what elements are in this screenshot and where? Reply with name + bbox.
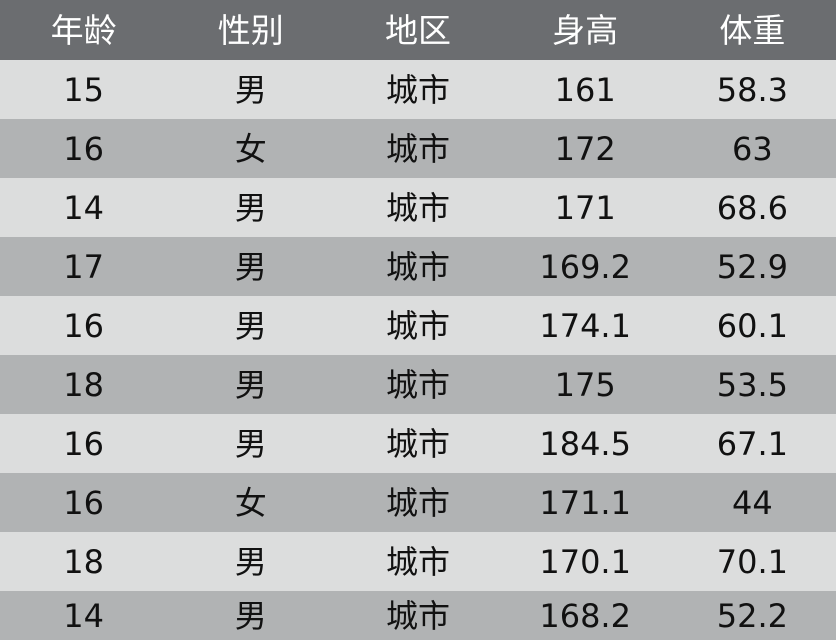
cell-height: 168.2 (539, 597, 631, 635)
cell-age: 14 (63, 188, 104, 227)
header-weight: 体重 (719, 10, 786, 50)
cell-gender: 男 (234, 247, 267, 286)
table-row: 17 男 城市 169.2 52.9 (0, 237, 836, 296)
table-row: 16 男 城市 184.5 67.1 (0, 414, 836, 473)
cell-weight: 60.1 (716, 306, 788, 345)
cell-gender: 男 (234, 597, 267, 635)
table-row: 16 女 城市 172 63 (0, 119, 836, 178)
cell-region: 城市 (385, 188, 450, 227)
cell-region: 城市 (385, 306, 450, 345)
cell-height: 171.1 (539, 483, 631, 522)
cell-region: 城市 (385, 483, 450, 522)
cell-region: 城市 (385, 247, 450, 286)
cell-height: 172 (554, 129, 616, 168)
cell-weight: 52.2 (716, 597, 788, 635)
cell-height: 161 (554, 70, 616, 109)
cell-region: 城市 (385, 597, 450, 635)
cell-weight: 58.3 (716, 70, 788, 109)
cell-weight: 67.1 (716, 424, 788, 463)
cell-gender: 男 (234, 306, 267, 345)
cell-region: 城市 (385, 70, 450, 109)
cell-region: 城市 (385, 129, 450, 168)
cell-weight: 53.5 (716, 365, 788, 404)
cell-height: 174.1 (539, 306, 631, 345)
cell-region: 城市 (385, 424, 450, 463)
table-row: 14 男 城市 168.2 52.2 (0, 591, 836, 640)
table-row: 16 女 城市 171.1 44 (0, 473, 836, 532)
header-age: 年龄 (50, 10, 117, 50)
cell-height: 175 (554, 365, 616, 404)
table-row: 18 男 城市 175 53.5 (0, 355, 836, 414)
cell-gender: 女 (234, 483, 267, 522)
cell-age: 17 (63, 247, 104, 286)
cell-age: 18 (63, 365, 104, 404)
cell-age: 14 (63, 597, 104, 635)
cell-weight: 52.9 (716, 247, 788, 286)
cell-gender: 男 (234, 424, 267, 463)
cell-height: 169.2 (539, 247, 631, 286)
cell-age: 16 (63, 483, 104, 522)
cell-age: 15 (63, 70, 104, 109)
cell-region: 城市 (385, 542, 450, 581)
cell-age: 16 (63, 129, 104, 168)
cell-gender: 男 (234, 70, 267, 109)
header-gender: 性别 (217, 10, 284, 50)
data-table: 年龄 性别 地区 身高 体重 15 男 城市 161 58.3 16 女 城市 … (0, 0, 836, 640)
cell-weight: 44 (731, 483, 773, 522)
header-height: 身高 (552, 10, 619, 50)
cell-height: 170.1 (539, 542, 631, 581)
table-row: 15 男 城市 161 58.3 (0, 60, 836, 119)
table-row: 14 男 城市 171 68.6 (0, 178, 836, 237)
cell-age: 18 (63, 542, 104, 581)
cell-region: 城市 (385, 365, 450, 404)
cell-age: 16 (63, 306, 104, 345)
cell-gender: 男 (234, 542, 267, 581)
cell-weight: 63 (731, 129, 773, 168)
cell-height: 184.5 (539, 424, 631, 463)
cell-gender: 男 (234, 365, 267, 404)
table-header-row: 年龄 性别 地区 身高 体重 (0, 0, 836, 60)
cell-height: 171 (554, 188, 616, 227)
cell-gender: 女 (234, 129, 267, 168)
cell-weight: 70.1 (716, 542, 788, 581)
cell-weight: 68.6 (716, 188, 788, 227)
table-row: 16 男 城市 174.1 60.1 (0, 296, 836, 355)
cell-age: 16 (63, 424, 104, 463)
header-region: 地区 (384, 10, 451, 50)
table-row: 18 男 城市 170.1 70.1 (0, 532, 836, 591)
cell-gender: 男 (234, 188, 267, 227)
